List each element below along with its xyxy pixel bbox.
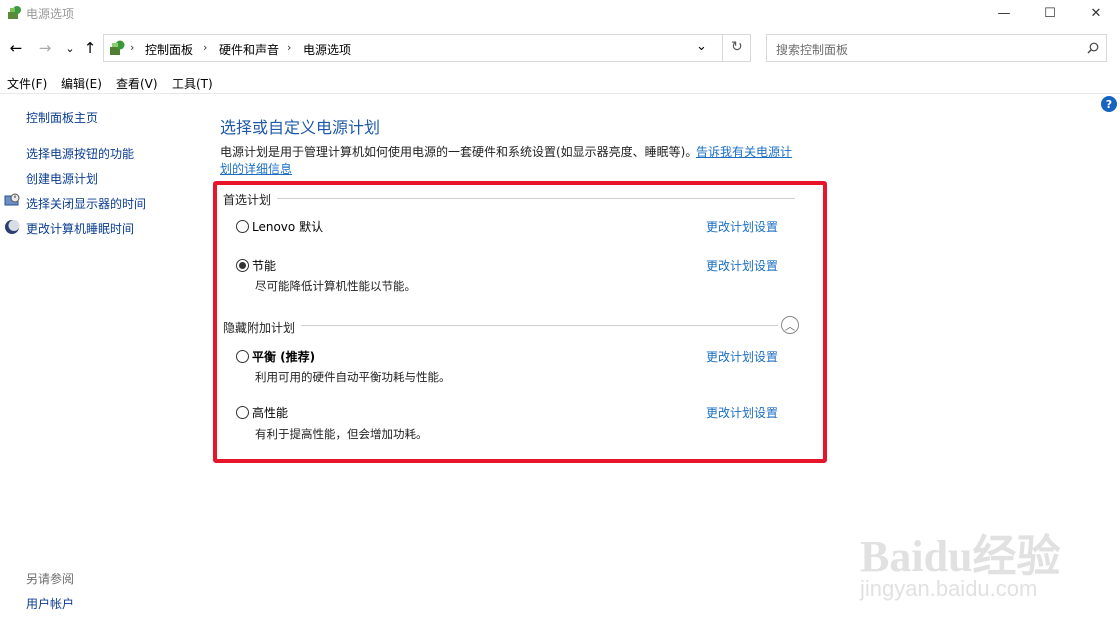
sleep-moon-icon	[5, 220, 20, 234]
plan-desc-power-saver: 尽可能降低计算机性能以节能。	[255, 279, 416, 293]
power-button-function-link[interactable]: 选择电源按钮的功能	[26, 145, 134, 162]
window-title: 电源选项	[26, 7, 75, 21]
display-settings-icon	[4, 193, 20, 206]
display-off-time-link[interactable]: 选择关闭显示器的时间	[26, 195, 146, 212]
control-panel-icon	[110, 40, 125, 55]
user-accounts-link[interactable]: 用户帐户	[26, 595, 74, 612]
group-divider	[277, 198, 795, 199]
learn-more-link-continued[interactable]: 划的详细信息	[220, 160, 292, 177]
change-plan-settings-link[interactable]: 更改计划设置	[706, 218, 778, 235]
address-divider	[722, 35, 723, 61]
back-button[interactable]: ←	[6, 38, 26, 58]
hidden-plans-heading: 隐藏附加计划	[223, 321, 296, 335]
address-bar[interactable]: › 控制面板 › 硬件和声音 › 电源选项 ⌄ ↻	[103, 34, 751, 62]
breadcrumb-hardware-sound[interactable]: 硬件和声音	[219, 41, 279, 58]
breadcrumb-separator: ›	[130, 41, 135, 54]
recent-locations-button[interactable]: ⌄	[60, 38, 80, 58]
search-icon[interactable]	[1087, 42, 1099, 54]
search-input[interactable]: 搜索控制面板	[776, 41, 848, 58]
computer-sleep-time-link[interactable]: 更改计算机睡眠时间	[26, 220, 134, 237]
plan-desc-balanced: 利用可用的硬件自动平衡功耗与性能。	[255, 370, 451, 384]
preferred-plans-heading: 首选计划	[223, 193, 272, 207]
help-icon[interactable]: ?	[1101, 96, 1117, 112]
menu-tools[interactable]: 工具(T)	[172, 75, 213, 92]
power-options-icon	[8, 6, 21, 19]
plan-radio-balanced[interactable]	[236, 350, 249, 363]
menu-file[interactable]: 文件(F)	[7, 75, 47, 92]
plan-radio-high-performance[interactable]	[236, 406, 249, 419]
up-button[interactable]: ↑	[80, 38, 100, 58]
group-divider	[301, 325, 778, 326]
change-plan-settings-link[interactable]: 更改计划设置	[706, 348, 778, 365]
title-bar: 电源选项 — ☐ ✕	[0, 0, 1120, 26]
baidu-watermark: Baidu经验 jingyan.baidu.com	[858, 510, 1068, 610]
plan-name-lenovo[interactable]: Lenovo 默认	[252, 218, 323, 235]
minimize-button[interactable]: —	[981, 0, 1027, 26]
plan-name-power-saver[interactable]: 节能	[252, 257, 276, 274]
plan-radio-power-saver[interactable]	[236, 259, 249, 272]
breadcrumb-separator: ›	[287, 41, 292, 54]
collapse-chevron-icon[interactable]: ︿	[781, 316, 799, 334]
close-button[interactable]: ✕	[1073, 0, 1119, 26]
menu-view[interactable]: 查看(V)	[116, 75, 158, 92]
search-box[interactable]: 搜索控制面板	[766, 34, 1107, 62]
address-dropdown-icon[interactable]: ⌄	[696, 39, 707, 54]
page-description: 电源计划是用于管理计算机如何使用电源的一套硬件和系统设置(如显示器亮度、睡眠等)…	[220, 145, 698, 159]
create-power-plan-link[interactable]: 创建电源计划	[26, 170, 98, 187]
plan-name-high-performance[interactable]: 高性能	[252, 404, 288, 421]
breadcrumb-separator: ›	[203, 41, 208, 54]
plan-desc-high-performance: 有利于提高性能，但会增加功耗。	[255, 427, 428, 441]
breadcrumb-control-panel[interactable]: 控制面板	[145, 41, 193, 58]
page-title: 选择或自定义电源计划	[220, 118, 381, 137]
menu-edit[interactable]: 编辑(E)	[61, 75, 102, 92]
change-plan-settings-link[interactable]: 更改计划设置	[706, 257, 778, 274]
learn-more-link[interactable]: 告诉我有关电源计	[696, 143, 792, 160]
watermark-brand: Baidu经验	[860, 532, 1061, 581]
maximize-button[interactable]: ☐	[1027, 0, 1073, 26]
menu-divider	[0, 93, 1120, 94]
plan-name-balanced[interactable]: 平衡 (推荐)	[252, 348, 315, 365]
watermark-url: jingyan.baidu.com	[860, 576, 1038, 601]
plan-radio-lenovo[interactable]	[236, 220, 249, 233]
breadcrumb-power-options[interactable]: 电源选项	[303, 41, 351, 58]
change-plan-settings-link[interactable]: 更改计划设置	[706, 404, 778, 421]
control-panel-home-link[interactable]: 控制面板主页	[26, 109, 98, 126]
refresh-icon[interactable]: ↻	[731, 39, 743, 55]
see-also-heading: 另请参阅	[26, 572, 75, 586]
forward-button[interactable]: →	[35, 38, 55, 58]
